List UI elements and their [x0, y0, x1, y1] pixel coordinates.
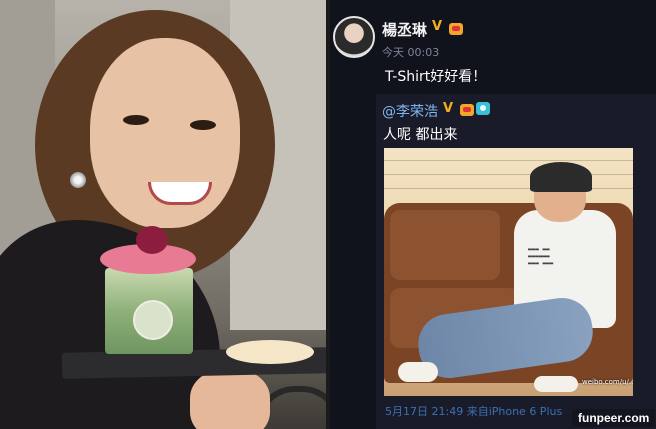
verified-icon: V — [432, 19, 443, 34]
sneaker — [534, 376, 578, 392]
cookie — [226, 340, 314, 364]
hand — [190, 370, 270, 429]
repost-footer[interactable]: 5月17日 21:49 来自iPhone 6 Plus — [385, 403, 562, 419]
brick-line — [384, 160, 633, 161]
left-eye — [123, 115, 149, 125]
camera-icon — [476, 102, 490, 115]
flower-decoration — [136, 226, 168, 254]
sneaker — [398, 362, 438, 382]
pearl-earring — [70, 172, 86, 188]
shirt-print: ▬▬▬ ▬▬ ▬▬▬▬▬▬ ▬▬▬ ▬▬▬ — [528, 246, 553, 267]
repost-text: 人呢 都出来 — [383, 127, 458, 143]
image-watermark: weibo.com/u/... — [582, 378, 633, 386]
weibo-post-panel: 楊丞琳 V 今天 00:03 T-Shirt好好看！ @李荣浩 V 人呢 都出来… — [330, 0, 656, 429]
repost-username[interactable]: @李荣浩 — [382, 101, 438, 121]
right-eye — [190, 120, 216, 130]
post-timestamp[interactable]: 今天 00:03 — [382, 44, 439, 60]
sofa-cushion — [390, 210, 500, 280]
site-watermark: funpeer.com — [572, 409, 656, 427]
brick-line — [384, 174, 633, 175]
cake-label — [133, 300, 173, 340]
shirt-print-line: ▬▬▬ ▬▬▬ — [528, 260, 554, 267]
brick-line — [384, 188, 633, 189]
member-crown-icon — [449, 23, 463, 35]
avatar[interactable] — [333, 16, 375, 58]
flat-cap — [530, 162, 592, 192]
repost-image[interactable]: ▬▬▬ ▬▬ ▬▬▬▬▬▬ ▬▬▬ ▬▬▬ weibo.com/u/... — [384, 148, 633, 396]
repost-member-crown-icon — [460, 104, 474, 116]
selfie-photo — [0, 0, 330, 429]
repost-verified-icon: V — [443, 101, 454, 116]
post-username[interactable]: 楊丞琳 — [382, 19, 427, 40]
post-text: T-Shirt好好看！ — [385, 69, 487, 85]
shirt-print-line: ▬▬▬ ▬▬ — [528, 246, 550, 253]
shirt-print-line: ▬▬▬▬▬▬ — [528, 253, 550, 260]
